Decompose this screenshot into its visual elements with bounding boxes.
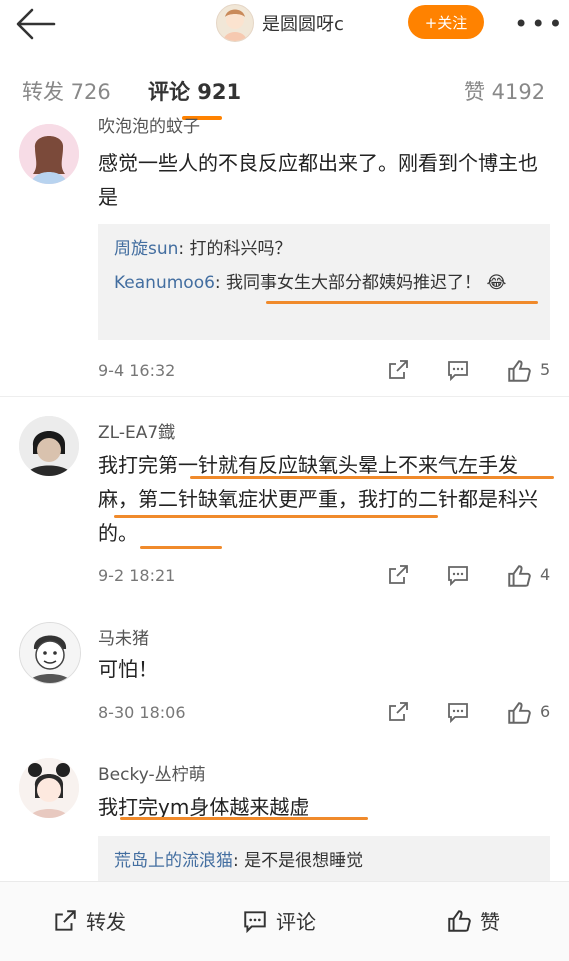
commenter-name[interactable]: 吹泡泡的蚊子 xyxy=(98,112,200,137)
comment-time: 9-4 16:32 xyxy=(98,361,176,380)
reply-author[interactable]: Keanumoo6 xyxy=(114,273,215,293)
reply-author[interactable]: 周旋sun xyxy=(114,239,178,259)
reply-item: Keanumoo6: 我同事女生大部分都姨妈推迟了！ 😂 xyxy=(114,273,507,293)
comment-text: 可怕！ xyxy=(98,657,158,681)
more-options-icon[interactable]: ••• xyxy=(514,10,565,38)
commenter-avatar[interactable] xyxy=(19,416,79,476)
like-icon[interactable] xyxy=(506,358,532,388)
author-name[interactable]: 是圆圆呀c xyxy=(262,10,344,36)
comment-button[interactable]: 评论 xyxy=(242,906,316,935)
comment-icon[interactable] xyxy=(446,700,470,728)
top-bar: 是圆圆呀c +关注 ••• xyxy=(0,0,569,48)
highlight-underline xyxy=(190,476,554,479)
repost-icon xyxy=(55,909,76,931)
comment-text: 感觉一些人的不良反应都出来了。刚看到个博主也是 xyxy=(98,151,538,209)
like-count: 5 xyxy=(540,360,551,379)
commenter-avatar[interactable] xyxy=(19,124,79,184)
repost-button[interactable]: 转发 xyxy=(52,906,126,935)
follow-button[interactable]: +关注 xyxy=(408,5,484,39)
highlight-underline xyxy=(114,515,438,518)
commenter-name[interactable]: 马未猪 xyxy=(98,624,149,649)
comment-time: 9-2 18:21 xyxy=(98,566,176,585)
reply-item: 荒岛上的流浪猫: 是不是很想睡觉 xyxy=(114,851,364,871)
like-icon[interactable] xyxy=(506,700,532,730)
tab-bar: 转发 726 评论 921 赞 4192 xyxy=(0,66,569,120)
like-button[interactable]: 赞 xyxy=(446,906,500,935)
like-icon xyxy=(448,909,471,932)
commenter-name[interactable]: Becky-丛柠萌 xyxy=(98,760,206,785)
share-icon[interactable] xyxy=(386,700,410,728)
tab-repost[interactable]: 转发 726 xyxy=(22,76,111,106)
repost-label: 转发 xyxy=(86,910,126,934)
like-icon[interactable] xyxy=(506,563,532,593)
comment-divider xyxy=(0,396,569,397)
reply-text: 打的科兴吗？ xyxy=(189,239,292,259)
comment-time: 8-30 18:06 xyxy=(98,703,186,722)
comment-label: 评论 xyxy=(276,910,316,934)
comment-text: 我打完第一针就有反应缺氧头晕上不来气左手发麻，第二针缺氧症状更严重，我打的二针都… xyxy=(98,453,538,545)
comment-actions: 6 xyxy=(386,700,550,726)
commenter-avatar[interactable] xyxy=(19,758,79,818)
reply-text: 我同事女生大部分都姨妈推迟了！ xyxy=(226,273,482,293)
comment-actions: 5 xyxy=(386,358,550,384)
reply-box[interactable]: 周旋sun: 打的科兴吗？ Keanumoo6: 我同事女生大部分都姨妈推迟了！… xyxy=(98,224,550,340)
tab-like[interactable]: 赞 4192 xyxy=(464,76,545,106)
share-icon[interactable] xyxy=(386,563,410,591)
share-icon[interactable] xyxy=(386,358,410,386)
reply-author[interactable]: 荒岛上的流浪猫 xyxy=(114,851,233,871)
reply-item: 周旋sun: 打的科兴吗？ xyxy=(114,239,292,259)
comment-icon xyxy=(244,910,266,933)
comment-icon[interactable] xyxy=(446,358,470,386)
commenter-name[interactable]: ZL-EA7鐡 xyxy=(98,418,175,443)
commenter-avatar[interactable] xyxy=(19,622,81,684)
bottom-action-bar: 转发 评论 赞 xyxy=(0,881,569,961)
author-avatar[interactable] xyxy=(216,4,254,42)
laugh-cry-emoji-icon: 😂 xyxy=(486,273,507,293)
reply-text: 是不是很想睡觉 xyxy=(244,851,364,871)
highlight-underline xyxy=(140,546,222,549)
back-arrow-icon[interactable] xyxy=(14,6,58,42)
tab-comment[interactable]: 评论 921 xyxy=(148,76,241,106)
highlight-underline xyxy=(120,817,368,820)
like-count: 6 xyxy=(540,702,551,721)
comment-actions: 4 xyxy=(386,563,550,589)
comment-icon[interactable] xyxy=(446,563,470,591)
highlight-underline xyxy=(266,301,538,304)
like-label: 赞 xyxy=(480,910,500,934)
like-count: 4 xyxy=(540,565,551,584)
